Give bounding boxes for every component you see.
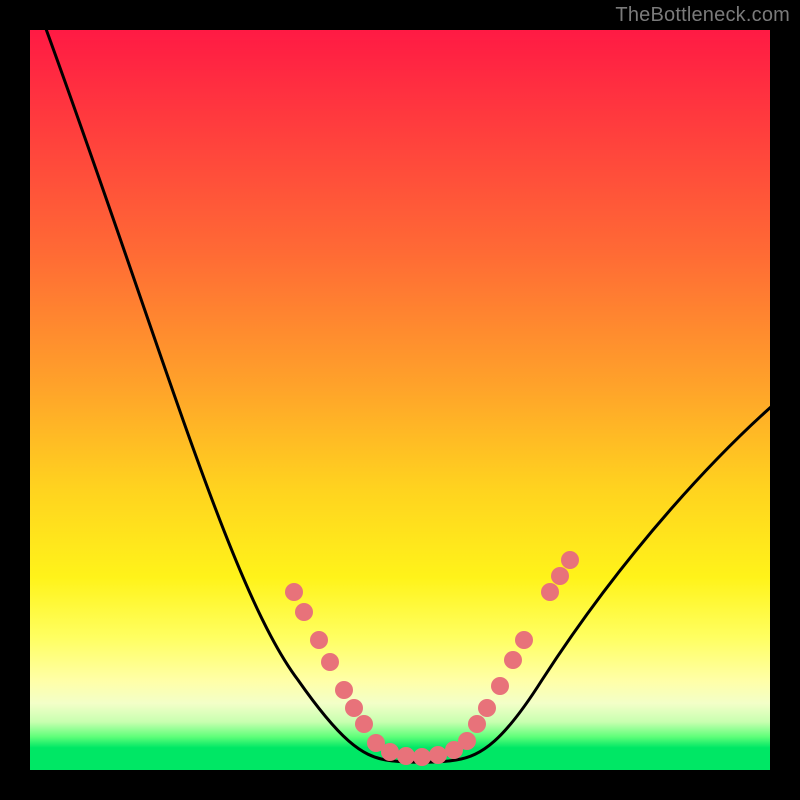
- chart-frame: TheBottleneck.com: [0, 0, 800, 800]
- data-marker: [345, 699, 363, 717]
- watermark-text: TheBottleneck.com: [615, 4, 790, 27]
- data-marker: [413, 748, 431, 766]
- data-marker: [355, 715, 373, 733]
- data-marker: [504, 651, 522, 669]
- curve-svg: [30, 30, 770, 770]
- plot-area: [30, 30, 770, 770]
- data-marker: [285, 583, 303, 601]
- marker-group: [285, 551, 579, 766]
- data-marker: [295, 603, 313, 621]
- data-marker: [381, 743, 399, 761]
- data-marker: [515, 631, 533, 649]
- data-marker: [491, 677, 509, 695]
- data-marker: [321, 653, 339, 671]
- data-marker: [397, 747, 415, 765]
- data-marker: [310, 631, 328, 649]
- data-marker: [561, 551, 579, 569]
- data-marker: [478, 699, 496, 717]
- data-marker: [541, 583, 559, 601]
- data-marker: [429, 746, 447, 764]
- bottleneck-curve: [42, 18, 788, 762]
- data-marker: [335, 681, 353, 699]
- data-marker: [468, 715, 486, 733]
- data-marker: [458, 732, 476, 750]
- data-marker: [551, 567, 569, 585]
